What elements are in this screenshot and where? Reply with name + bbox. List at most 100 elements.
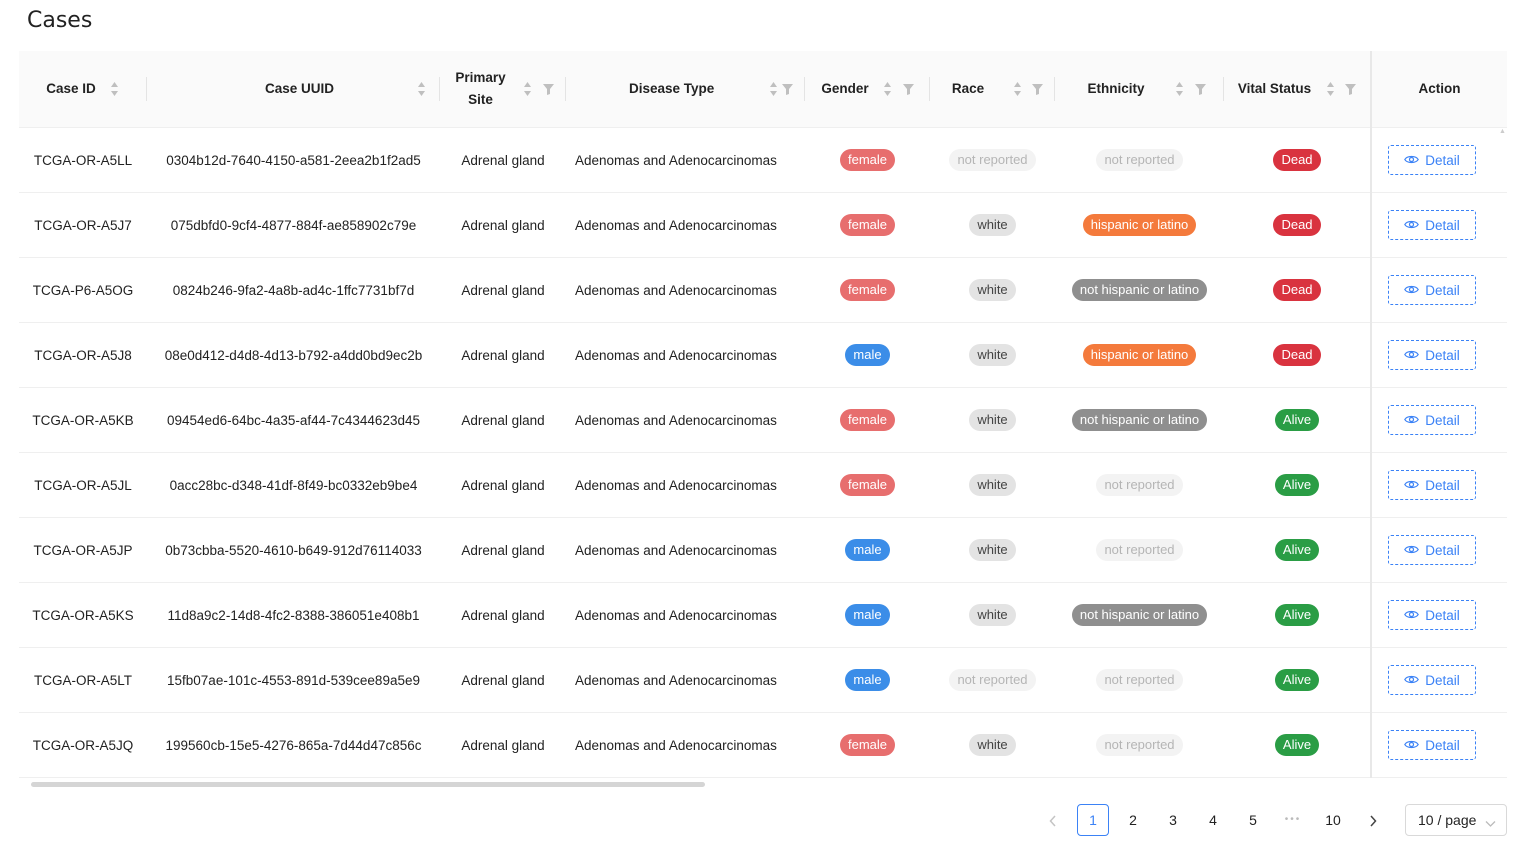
case-uuid-cell: 09454ed6-64bc-4a35-af44-7c4344623d45: [147, 387, 440, 453]
gender-tag: male: [845, 604, 890, 626]
scroll-up-arrow-icon[interactable]: ▲: [1499, 128, 1506, 135]
pagination-page-3[interactable]: 3: [1157, 804, 1189, 836]
race-cell: white: [930, 582, 1055, 648]
case-id-cell: TCGA-OR-A5LT: [19, 647, 147, 713]
column-label: Primary Site: [455, 70, 506, 107]
horizontal-scrollbar[interactable]: [19, 780, 1499, 787]
gender-tag: female: [839, 409, 896, 431]
sort-icon[interactable]: [1325, 80, 1335, 98]
table-row: TCGA-OR-A5J8 08e0d412-d4d8-4d13-b792-a4dd…: [19, 322, 1507, 388]
detail-button[interactable]: Detail: [1388, 145, 1476, 175]
sort-icon[interactable]: [1175, 80, 1185, 98]
race-cell: white: [930, 257, 1055, 323]
eye-icon: [1404, 608, 1420, 623]
pagination-page-2[interactable]: 2: [1117, 804, 1149, 836]
race-tag: white: [969, 734, 1016, 756]
sort-icon[interactable]: [523, 80, 533, 98]
pagination-page-5[interactable]: 5: [1237, 804, 1269, 836]
page-size-select[interactable]: 10 / page: [1405, 804, 1507, 836]
detail-button[interactable]: Detail: [1388, 275, 1476, 305]
detail-button-label: Detail: [1425, 217, 1460, 233]
column-header-case-id[interactable]: Case ID: [19, 51, 147, 128]
filter-icon[interactable]: [1194, 83, 1206, 95]
pagination-prev-button[interactable]: [1037, 804, 1069, 836]
action-cell: Detail: [1370, 452, 1507, 518]
pagination-page-1[interactable]: 1: [1077, 804, 1109, 836]
column-header-action: Action: [1370, 51, 1507, 128]
race-tag: white: [969, 214, 1016, 236]
table-row: TCGA-OR-A5JL 0acc28bc-d348-41df-8f49-bc03…: [19, 452, 1507, 518]
column-header-gender[interactable]: Gender: [805, 51, 930, 128]
pagination-page-4[interactable]: 4: [1197, 804, 1229, 836]
case-uuid-cell: 08e0d412-d4d8-4d13-b792-a4dd0bd9ec2b: [147, 322, 440, 388]
column-label: Ethnicity: [1087, 81, 1145, 96]
detail-button-label: Detail: [1425, 737, 1460, 753]
race-tag: white: [969, 539, 1016, 561]
column-header-vital-status[interactable]: Vital Status: [1224, 51, 1371, 128]
detail-button-label: Detail: [1425, 282, 1460, 298]
detail-button-label: Detail: [1425, 152, 1460, 168]
horizontal-scrollbar-thumb[interactable]: [31, 782, 705, 787]
detail-button[interactable]: Detail: [1388, 665, 1476, 695]
ethnicity-cell: not reported: [1055, 127, 1224, 193]
detail-button[interactable]: Detail: [1388, 600, 1476, 630]
case-id-cell: TCGA-OR-A5J7: [19, 192, 147, 258]
filter-icon[interactable]: [542, 83, 554, 95]
pagination-ellipsis[interactable]: •••: [1277, 804, 1309, 836]
ethnicity-tag: not hispanic or latino: [1071, 604, 1208, 626]
table-row: TCGA-OR-A5LT 15fb07ae-101c-4553-891d-539c…: [19, 647, 1507, 713]
detail-button[interactable]: Detail: [1388, 210, 1476, 240]
eye-icon: [1404, 478, 1420, 493]
disease-type-cell: Adenomas and Adenocarcinomas: [566, 322, 805, 388]
sort-icon[interactable]: [768, 80, 778, 98]
vital-status-cell: Alive: [1224, 387, 1371, 453]
action-cell: Detail: [1370, 582, 1507, 648]
column-header-disease-type[interactable]: Disease Type: [566, 51, 805, 128]
vital-status-cell: Alive: [1224, 582, 1371, 648]
column-header-case-uuid[interactable]: Case UUID: [147, 51, 440, 128]
detail-button[interactable]: Detail: [1388, 470, 1476, 500]
filter-icon[interactable]: [782, 83, 793, 95]
eye-icon: [1404, 218, 1420, 233]
filter-icon[interactable]: [902, 83, 914, 95]
action-cell: Detail: [1370, 257, 1507, 323]
race-cell: white: [930, 517, 1055, 583]
page-title: Cases: [27, 8, 93, 33]
column-label: Gender: [821, 81, 869, 96]
eye-icon: [1404, 348, 1420, 363]
detail-button[interactable]: Detail: [1388, 340, 1476, 370]
pagination-next-button[interactable]: [1357, 804, 1389, 836]
filter-icon[interactable]: [1345, 83, 1357, 95]
column-header-race[interactable]: Race: [930, 51, 1055, 128]
gender-tag: male: [845, 539, 890, 561]
sort-icon[interactable]: [110, 80, 120, 98]
disease-type-cell: Adenomas and Adenocarcinomas: [566, 257, 805, 323]
sort-icon[interactable]: [416, 80, 426, 98]
gender-tag: male: [845, 344, 890, 366]
sort-icon[interactable]: [1012, 80, 1022, 98]
gender-tag: female: [839, 214, 896, 236]
column-header-ethnicity[interactable]: Ethnicity: [1055, 51, 1224, 128]
race-cell: white: [930, 387, 1055, 453]
column-header-primary-site[interactable]: Primary Site: [440, 51, 566, 128]
detail-button[interactable]: Detail: [1388, 535, 1476, 565]
ethnicity-tag: hispanic or latino: [1082, 344, 1197, 366]
vital-status-tag: Dead: [1273, 279, 1321, 301]
vital-status-cell: Dead: [1224, 322, 1371, 388]
ethnicity-cell: not reported: [1055, 517, 1224, 583]
sort-icon[interactable]: [883, 80, 893, 98]
filter-icon[interactable]: [1032, 83, 1044, 95]
vital-status-tag: Dead: [1273, 149, 1321, 171]
pagination-page-10[interactable]: 10: [1317, 804, 1349, 836]
detail-button[interactable]: Detail: [1388, 405, 1476, 435]
case-uuid-cell: 0acc28bc-d348-41df-8f49-bc0332eb9be4: [147, 452, 440, 518]
primary-site-cell: Adrenal gland: [440, 582, 566, 648]
ethnicity-tag: not hispanic or latino: [1071, 409, 1208, 431]
gender-cell: female: [805, 257, 930, 323]
detail-button[interactable]: Detail: [1388, 730, 1476, 760]
ethnicity-tag: not reported: [1096, 734, 1183, 756]
chevron-down-icon: [1485, 815, 1496, 831]
race-cell: not reported: [930, 647, 1055, 713]
gender-tag: female: [839, 149, 896, 171]
vital-status-cell: Dead: [1224, 257, 1371, 323]
